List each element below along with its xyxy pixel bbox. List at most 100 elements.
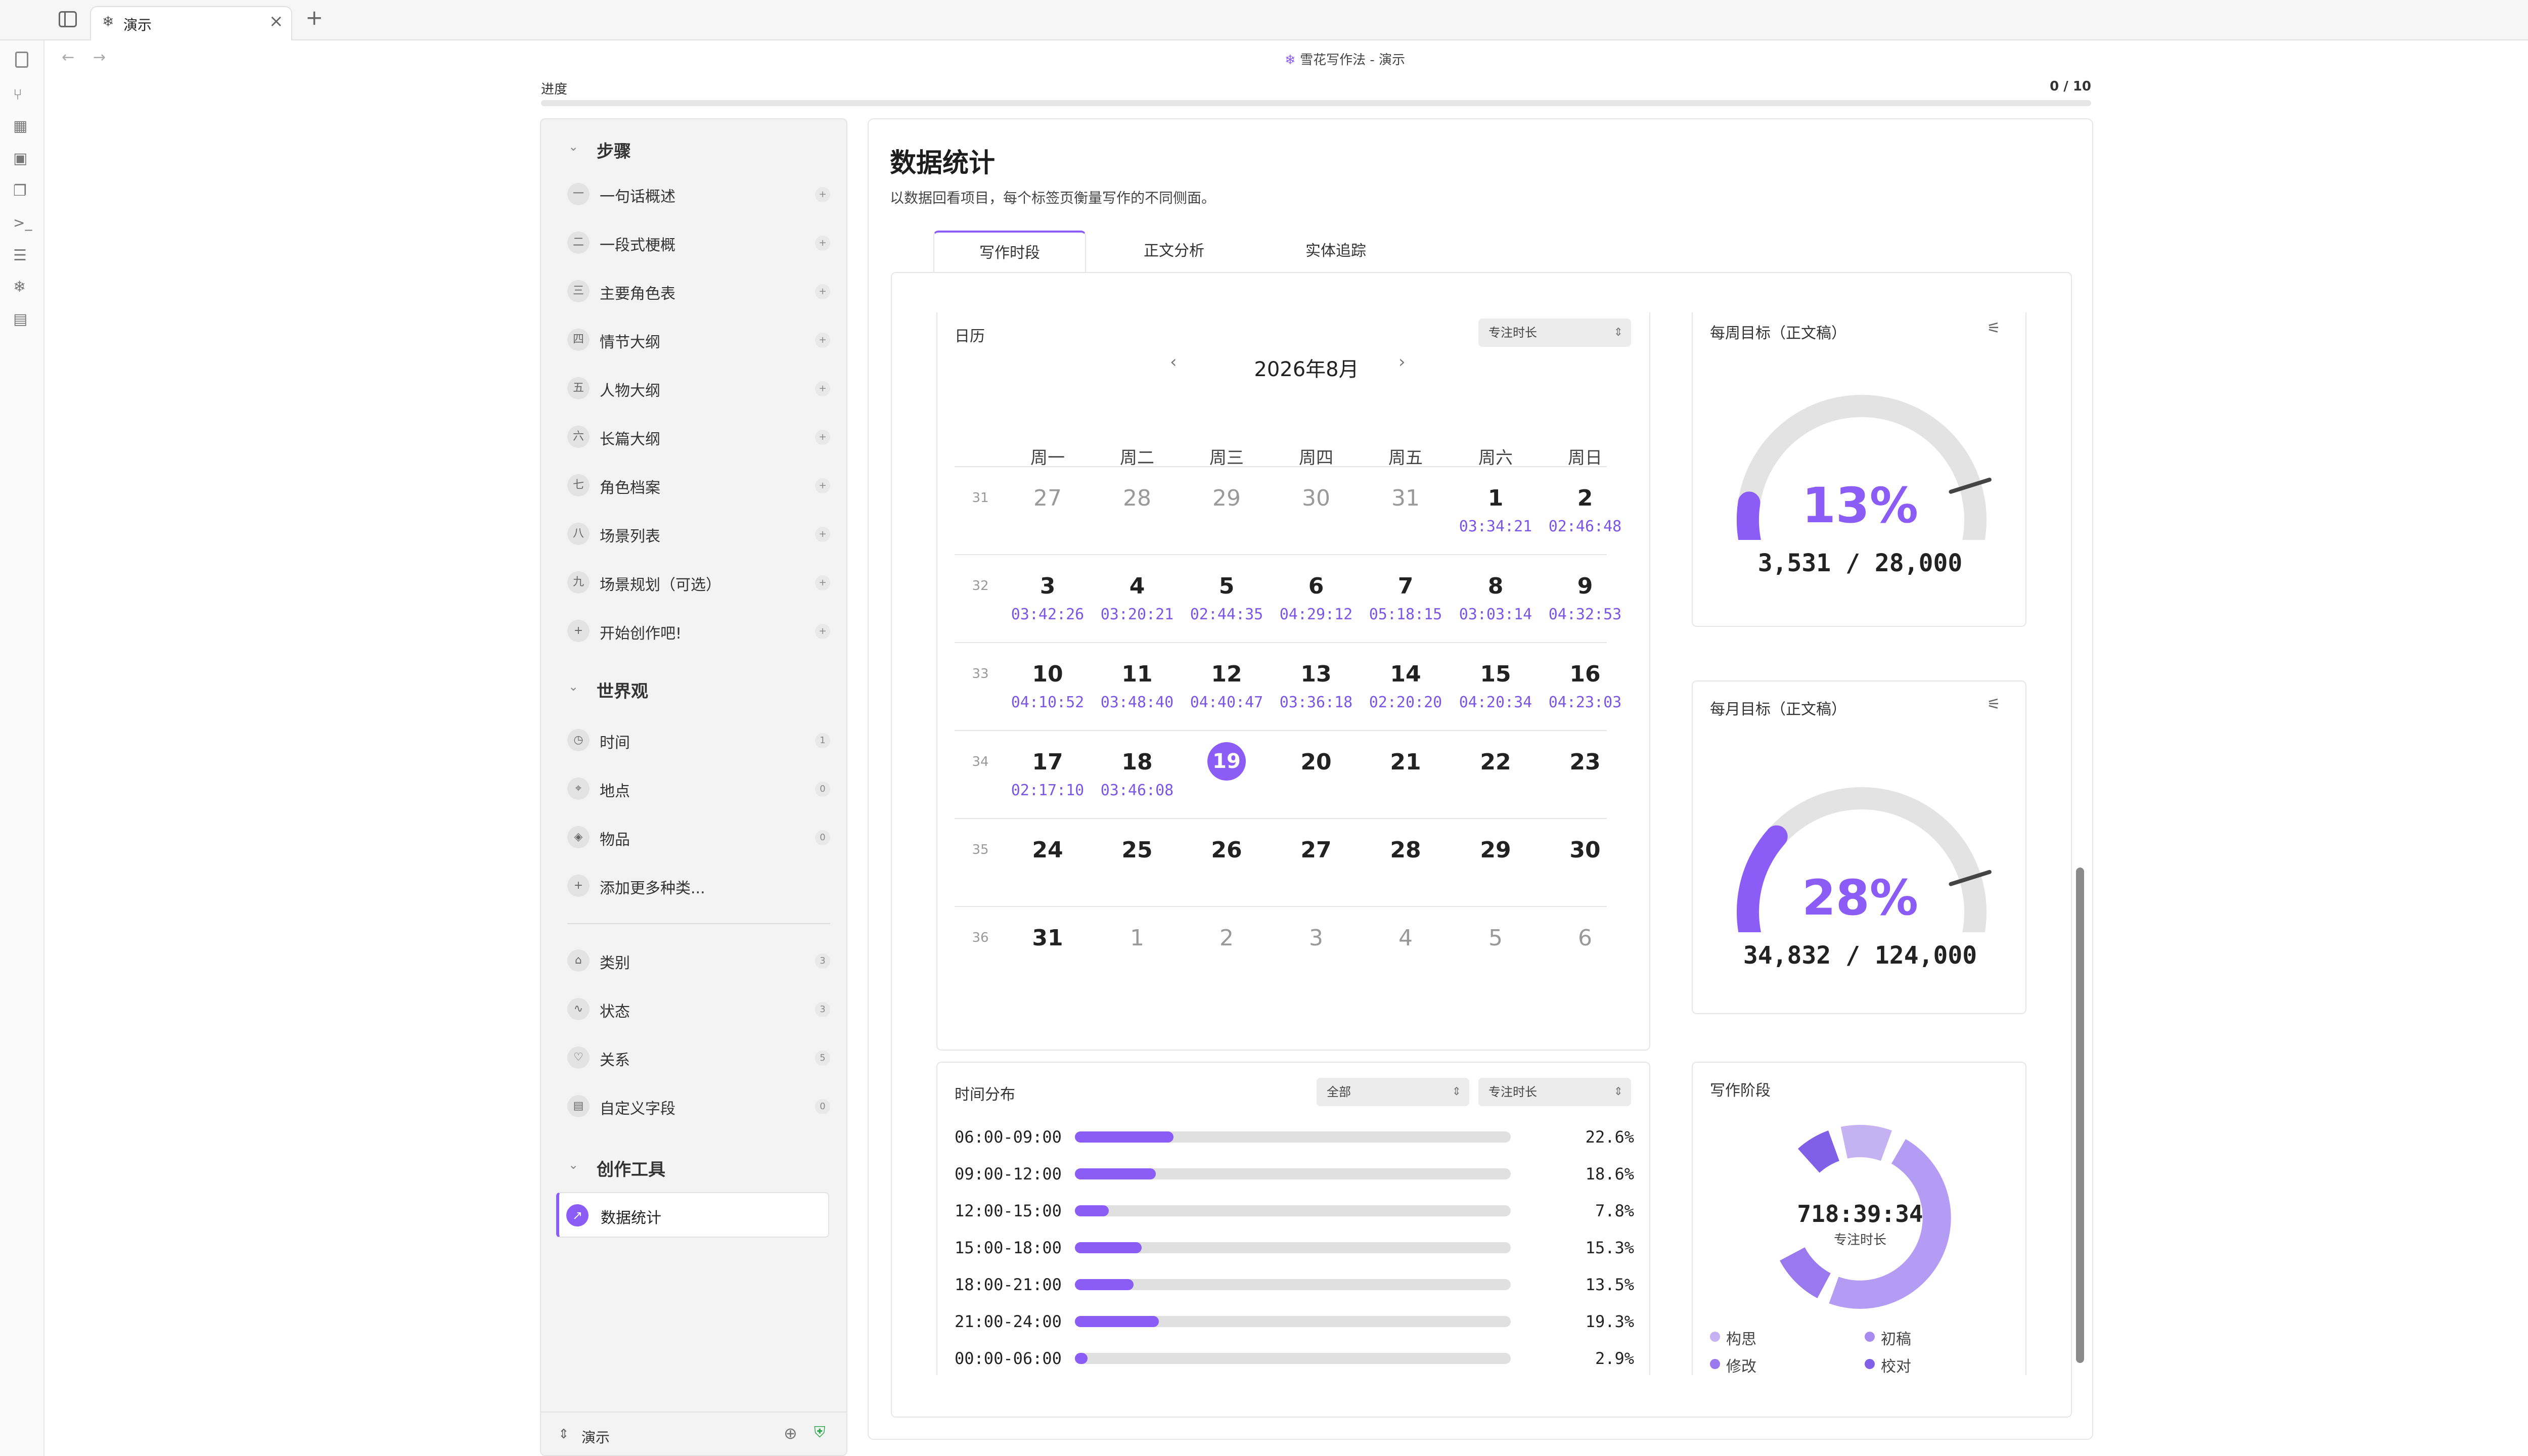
day-number[interactable]: 2 [1542, 485, 1628, 511]
terminal-icon[interactable]: >_ [13, 214, 32, 232]
add-icon[interactable]: + [815, 187, 830, 202]
day-number[interactable]: 5 [1184, 573, 1270, 599]
step-item[interactable]: 一一句话概述 + [567, 176, 830, 212]
day-number[interactable]: 1 [1094, 925, 1180, 951]
next-month-button[interactable]: › [1398, 352, 1406, 372]
settings-sliders-icon[interactable]: ⚟ [1987, 696, 2001, 713]
meta-item[interactable]: ▤ 自定义字段 0 [567, 1088, 830, 1124]
help-icon[interactable]: ⊕ [784, 1424, 797, 1443]
day-number[interactable]: 10 [1005, 661, 1091, 687]
day-number[interactable]: 15 [1453, 661, 1539, 687]
step-item[interactable]: 六长篇大纲 + [567, 419, 830, 455]
calendar-icon[interactable]: ▣ [13, 150, 30, 167]
donut-segment[interactable] [1797, 1130, 1840, 1173]
day-number[interactable]: 31 [1005, 925, 1091, 951]
add-icon[interactable]: + [815, 236, 830, 251]
day-number[interactable]: 20 [1273, 749, 1359, 775]
day-number[interactable]: 4 [1094, 573, 1180, 599]
list-icon[interactable]: ☰ [13, 247, 30, 264]
donut-segment[interactable] [1840, 1125, 1892, 1161]
graph-icon[interactable]: ⑂ [13, 86, 30, 104]
day-number[interactable]: 30 [1273, 485, 1359, 511]
tab-demo[interactable]: ❄ 演示 × [90, 6, 292, 40]
add-icon[interactable]: + [815, 527, 830, 542]
add-icon[interactable]: + [815, 381, 830, 396]
day-number[interactable]: 3 [1005, 573, 1091, 599]
vault-switch-icon[interactable]: ⇕ [558, 1427, 569, 1442]
day-number[interactable]: 31 [1363, 485, 1449, 511]
add-icon[interactable]: + [815, 478, 830, 493]
step-item[interactable]: 二一段式梗概 + [567, 224, 830, 261]
step-item[interactable]: 九场景规划（可选） + [567, 564, 830, 601]
calendar-metric-select[interactable]: 专注时长 ⇕ [1478, 318, 1631, 347]
add-icon[interactable]: + [815, 624, 830, 639]
day-number[interactable]: 14 [1363, 661, 1449, 687]
day-number[interactable]: 28 [1363, 837, 1449, 863]
day-number[interactable]: 2 [1184, 925, 1270, 951]
vault-name[interactable]: 演示 [581, 1427, 610, 1447]
back-arrow-icon[interactable]: ← [62, 49, 74, 66]
forward-arrow-icon[interactable]: → [93, 49, 106, 66]
step-item[interactable]: 七角色档案 + [567, 467, 830, 504]
scroll-icon[interactable]: ▤ [13, 310, 30, 328]
day-number[interactable]: 13 [1273, 661, 1359, 687]
scrollbar-thumb[interactable] [2076, 868, 2084, 1363]
donut-segment[interactable] [1780, 1247, 1831, 1298]
meta-item[interactable]: ⌂ 类别 3 [567, 942, 830, 979]
day-number[interactable]: 9 [1542, 573, 1628, 599]
tool-item-statistics[interactable]: ↗ 数据统计 [556, 1192, 829, 1238]
grid-icon[interactable]: ▦ [13, 117, 30, 135]
add-icon[interactable]: + [815, 575, 830, 590]
day-number[interactable]: 26 [1184, 837, 1270, 863]
day-number[interactable]: 23 [1542, 749, 1628, 775]
file-icon[interactable] [15, 52, 28, 68]
world-section-header[interactable]: ⌄ 世界观 [568, 677, 821, 703]
tab-entity-tracking[interactable]: 实体追踪 [1260, 231, 1412, 272]
step-item[interactable]: 四情节大纲 + [567, 322, 830, 358]
day-number[interactable]: 22 [1453, 749, 1539, 775]
day-number[interactable]: 29 [1184, 485, 1270, 511]
add-icon[interactable]: + [815, 284, 830, 299]
day-number[interactable]: 6 [1542, 925, 1628, 951]
world-item[interactable]: ◷ 时间 1 [567, 722, 830, 758]
day-number[interactable]: 1 [1453, 485, 1539, 511]
meta-item[interactable]: ♡ 关系 5 [567, 1039, 830, 1076]
day-number[interactable]: 18 [1094, 749, 1180, 775]
tab-text-analysis[interactable]: 正文分析 [1098, 231, 1250, 272]
day-number[interactable]: 27 [1273, 837, 1359, 863]
day-number[interactable]: 12 [1184, 661, 1270, 687]
day-number[interactable]: 29 [1453, 837, 1539, 863]
day-number[interactable]: 4 [1363, 925, 1449, 951]
day-number[interactable]: 16 [1542, 661, 1628, 687]
tools-section-header[interactable]: ⌄ 创作工具 [568, 1156, 821, 1181]
step-item[interactable]: 五人物大纲 + [567, 370, 830, 406]
day-number[interactable]: 21 [1363, 749, 1449, 775]
add-icon[interactable]: + [815, 430, 830, 445]
day-number[interactable]: 27 [1005, 485, 1091, 511]
tab-writing-periods[interactable]: 写作时段 [933, 231, 1086, 272]
world-item[interactable]: ◈ 物品 0 [567, 819, 830, 855]
steps-section-header[interactable]: ⌄ 步骤 [568, 138, 821, 163]
tab-close-icon[interactable]: × [269, 11, 284, 31]
sidebar-toggle-icon[interactable] [59, 11, 77, 27]
step-item[interactable]: + 开始创作吧! + [567, 613, 830, 649]
step-item[interactable]: 八场景列表 + [567, 516, 830, 552]
copy-icon[interactable]: ❐ [13, 182, 30, 200]
world-item[interactable]: + 添加更多种类... [567, 868, 830, 904]
step-item[interactable]: 三主要角色表 + [567, 273, 830, 309]
prev-month-button[interactable]: ‹ [1170, 352, 1177, 372]
day-number[interactable]: 6 [1273, 573, 1359, 599]
day-number[interactable]: 11 [1094, 661, 1180, 687]
day-number[interactable]: 17 [1005, 749, 1091, 775]
distribution-scope-select[interactable]: 全部 ⇕ [1317, 1078, 1469, 1106]
day-number[interactable]: 5 [1453, 925, 1539, 951]
day-number[interactable]: 3 [1273, 925, 1359, 951]
chevron-down-icon[interactable]: ⌄ [2526, 7, 2528, 25]
shield-check-icon[interactable]: ⛨ [814, 1424, 826, 1441]
new-tab-icon[interactable]: + [305, 5, 323, 30]
today-marker[interactable]: 19 [1207, 742, 1246, 781]
day-number[interactable]: 7 [1363, 573, 1449, 599]
settings-sliders-icon[interactable]: ⚟ [1987, 320, 2001, 337]
day-number[interactable]: 24 [1005, 837, 1091, 863]
distribution-metric-select[interactable]: 专注时长 ⇕ [1478, 1078, 1631, 1106]
